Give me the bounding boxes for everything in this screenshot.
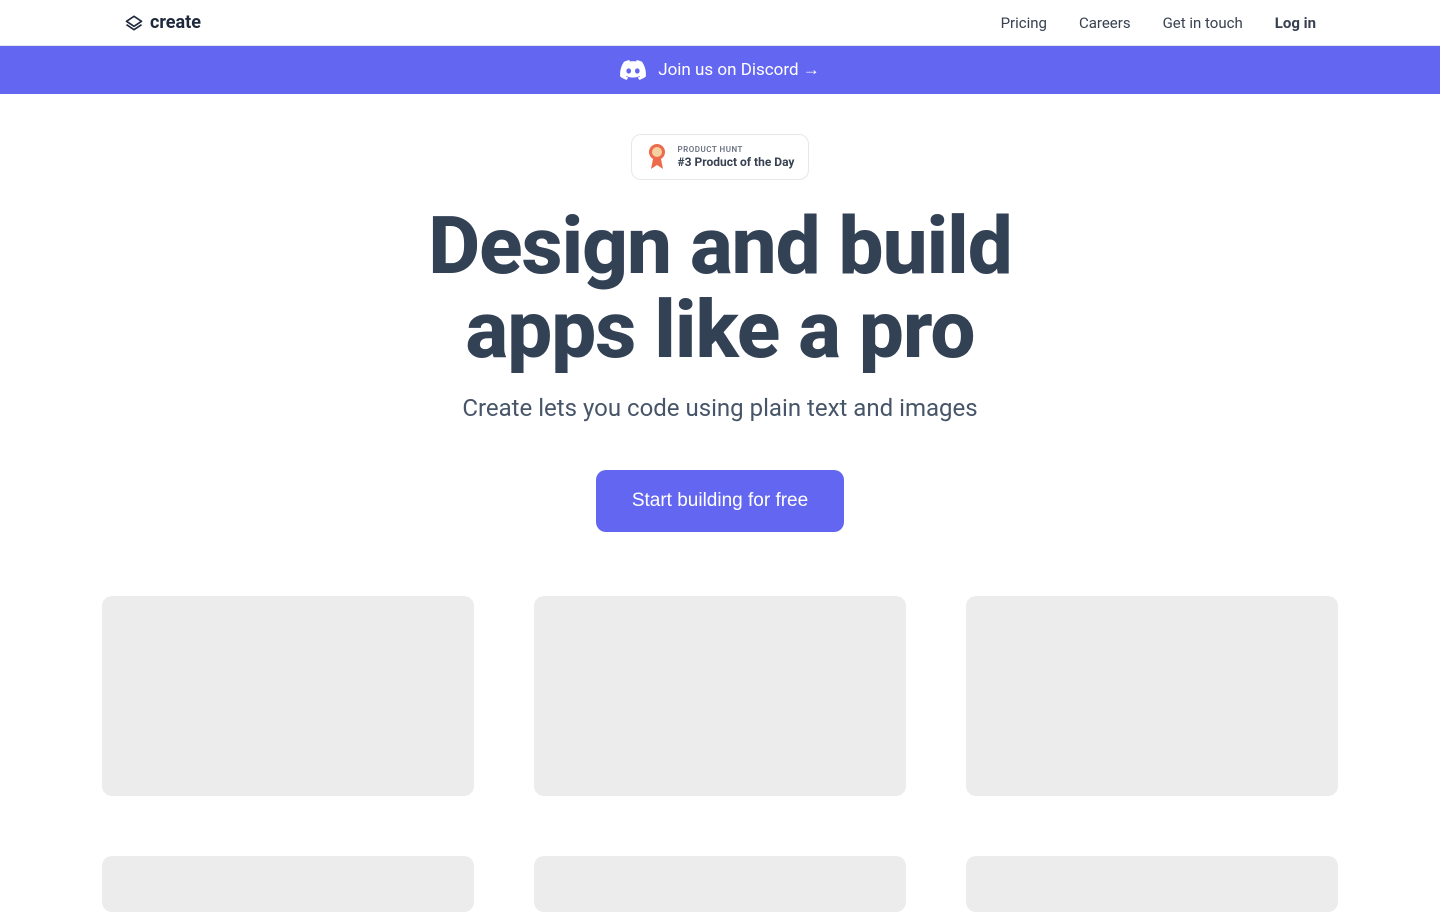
example-card	[102, 596, 474, 796]
ph-label: PRODUCT HUNT	[678, 145, 743, 155]
nav-careers[interactable]: Careers	[1079, 14, 1131, 32]
ph-rank: #3 Product of the Day	[678, 155, 795, 169]
example-card	[966, 596, 1338, 796]
start-building-button[interactable]: Start building for free	[596, 470, 844, 532]
hero-title-line2: apps like a pro	[466, 283, 975, 377]
banner-text: Join us on Discord →	[658, 60, 820, 80]
example-card	[966, 856, 1338, 912]
nav-pricing[interactable]: Pricing	[1001, 14, 1047, 32]
medal-icon	[646, 143, 668, 171]
main-content: PRODUCT HUNT #3 Product of the Day Desig…	[0, 94, 1440, 912]
examples-grid	[0, 532, 1440, 912]
logo[interactable]: create	[124, 12, 201, 33]
logo-icon	[124, 13, 144, 33]
example-card	[102, 856, 474, 912]
example-card	[534, 856, 906, 912]
logo-text: create	[150, 12, 201, 33]
example-card	[534, 596, 906, 796]
hero-title: Design and build apps like a pro	[0, 204, 1440, 372]
hero-subtitle: Create lets you code using plain text an…	[0, 394, 1440, 422]
nav-contact[interactable]: Get in touch	[1163, 14, 1243, 32]
discord-icon	[620, 60, 646, 80]
main-nav: Pricing Careers Get in touch Log in	[1001, 14, 1316, 32]
discord-banner[interactable]: Join us on Discord →	[0, 46, 1440, 94]
hero-title-line1: Design and build	[428, 199, 1012, 293]
header: create Pricing Careers Get in touch Log …	[0, 0, 1440, 46]
product-hunt-text: PRODUCT HUNT #3 Product of the Day	[678, 145, 795, 169]
product-hunt-badge[interactable]: PRODUCT HUNT #3 Product of the Day	[631, 134, 810, 180]
nav-login[interactable]: Log in	[1275, 14, 1316, 32]
